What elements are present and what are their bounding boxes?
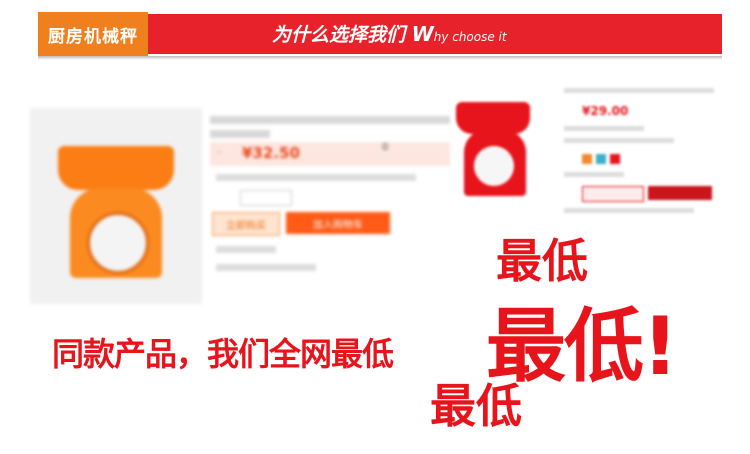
promise-row bbox=[216, 246, 276, 253]
product2-footer-line bbox=[564, 208, 694, 213]
scale-bowl bbox=[58, 146, 174, 190]
product2-buy-button[interactable] bbox=[582, 186, 644, 202]
category-tag: 厨房机械秤 bbox=[38, 12, 148, 56]
product-price: ¥32.50 bbox=[242, 144, 300, 162]
product2-info-line bbox=[564, 126, 644, 131]
slogan-text: 同款产品，我们全网最低 bbox=[52, 335, 394, 373]
product-page-screenshot-2: ¥29.00 bbox=[432, 80, 722, 220]
shipping-row bbox=[216, 174, 416, 181]
header-title-en-initial: W bbox=[411, 22, 434, 46]
quantity-stepper[interactable] bbox=[240, 190, 292, 206]
header-banner: 厨房机械秤 为什么选择我们 Why choose it bbox=[0, 0, 750, 62]
product-title-line bbox=[210, 130, 270, 138]
add-to-cart-button[interactable]: 加入购物车 bbox=[286, 212, 390, 234]
product-image-orange-scale bbox=[30, 108, 202, 304]
scale-dial bbox=[87, 212, 149, 274]
red-scale-dial bbox=[474, 146, 514, 186]
product-page-screenshot-1: ·· ¥32.50 0 立即购买 加入购物车 bbox=[30, 108, 450, 314]
product2-price: ¥29.00 bbox=[582, 104, 629, 118]
header-title-en: hy choose it bbox=[433, 30, 507, 44]
color-swatch[interactable] bbox=[582, 154, 592, 164]
product2-qty-line bbox=[564, 172, 624, 177]
banner-shadow bbox=[38, 56, 722, 60]
color-swatch[interactable] bbox=[610, 154, 620, 164]
product-title-line bbox=[210, 116, 450, 124]
payment-row bbox=[216, 264, 316, 271]
product2-info-line bbox=[564, 138, 674, 143]
buy-now-button[interactable]: 立即购买 bbox=[212, 212, 280, 236]
header-title-cn: 为什么选择我们 bbox=[272, 24, 406, 46]
product2-title-line bbox=[564, 88, 714, 93]
price-label: ·· bbox=[216, 148, 222, 158]
product2-cart-button[interactable] bbox=[648, 186, 712, 200]
header-title: 为什么选择我们 Why choose it bbox=[272, 20, 507, 47]
color-swatch[interactable] bbox=[596, 154, 606, 164]
review-count: 0 bbox=[382, 142, 389, 153]
lowest-label-bottom: 最低 bbox=[430, 379, 522, 433]
